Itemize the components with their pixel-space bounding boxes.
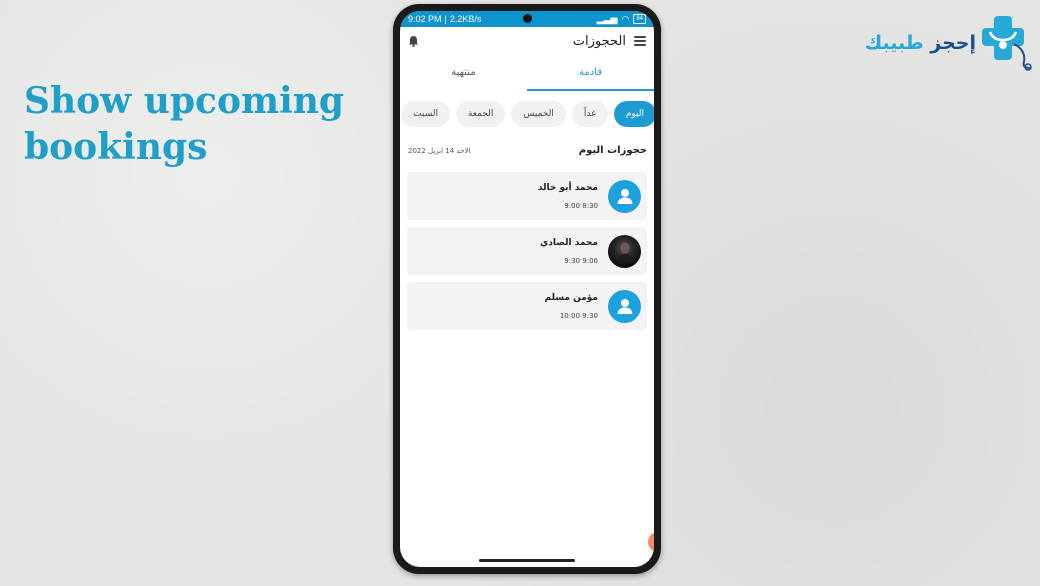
booking-card[interactable]: مؤمن مسلم 9:30 10:00: [407, 282, 647, 330]
day-chip-today[interactable]: اليوم: [613, 101, 654, 127]
user-icon: [608, 289, 641, 323]
day-chip-tomorrow[interactable]: غداً: [571, 101, 608, 127]
user-icon: [608, 179, 641, 213]
booking-list: محمد أبو خالد 8:30 9:00 محمد الصادي 9:00…: [400, 156, 654, 330]
status-speed: 2.2KB/s: [449, 14, 482, 24]
headline-line-2: bookings: [24, 126, 208, 168]
brand-word-2: طبيبك: [864, 32, 924, 54]
booking-tabs: قادمة منتهية: [400, 55, 654, 91]
signal-icon: ▂▃▅: [596, 13, 618, 24]
patient-name: محمد الصادي: [539, 237, 598, 248]
medical-cross-stethoscope-icon: [982, 16, 1032, 71]
avatar: [608, 234, 641, 268]
tab-upcoming[interactable]: قادمة: [527, 55, 654, 91]
brand-name: إحجز طبيبك: [865, 32, 976, 54]
wifi-icon: ◠: [621, 13, 630, 24]
floating-action-button[interactable]: [648, 532, 654, 552]
home-indicator: [479, 559, 575, 562]
patient-name: محمد أبو خالد: [537, 182, 598, 193]
status-bar: 9:02 PM | 2.2KB/s ▂▃▅ ◠ 84: [400, 11, 654, 27]
brand-word-1: إحجز: [930, 32, 976, 54]
bell-icon[interactable]: [408, 35, 419, 47]
booking-card[interactable]: محمد أبو خالد 8:30 9:00: [407, 172, 647, 220]
battery-icon: 84: [633, 14, 646, 24]
day-chip-friday[interactable]: الجمعة: [455, 101, 506, 127]
day-chip-thursday[interactable]: الخميس: [511, 101, 566, 127]
brand-logo: إحجز طبيبك: [865, 14, 1032, 72]
section-title: حجوزات اليوم: [578, 145, 647, 156]
patient-name: مؤمن مسلم: [544, 292, 598, 303]
headline: Show upcoming bookings: [24, 78, 344, 170]
booking-time: 9:30 10:00: [559, 311, 598, 320]
booking-card[interactable]: محمد الصادي 9:00 9:30: [407, 227, 647, 275]
app-header: الحجوزات: [400, 27, 654, 55]
booking-time: 9:00 9:30: [564, 256, 598, 265]
day-chip-saturday[interactable]: السبت: [401, 101, 450, 127]
section-header: حجوزات اليوم الاحد 14 ابريل 2022: [400, 127, 654, 156]
booking-time: 8:30 9:00: [564, 201, 598, 210]
status-time: 9:02 PM: [408, 14, 442, 24]
section-date: الاحد 14 ابريل 2022: [408, 146, 471, 155]
day-selector: اليوم غداً الخميس الجمعة السبت: [400, 91, 654, 127]
front-camera: [523, 14, 532, 23]
headline-line-1: Show upcoming: [24, 80, 345, 122]
menu-icon[interactable]: [634, 36, 646, 46]
header-title-group: الحجوزات: [573, 34, 646, 49]
page-title: الحجوزات: [572, 33, 626, 49]
tab-finished[interactable]: منتهية: [400, 55, 527, 91]
phone-frame: 9:02 PM | 2.2KB/s ▂▃▅ ◠ 84 الحجوزات قادم…: [393, 4, 661, 574]
phone-screen: 9:02 PM | 2.2KB/s ▂▃▅ ◠ 84 الحجوزات قادم…: [400, 11, 654, 567]
